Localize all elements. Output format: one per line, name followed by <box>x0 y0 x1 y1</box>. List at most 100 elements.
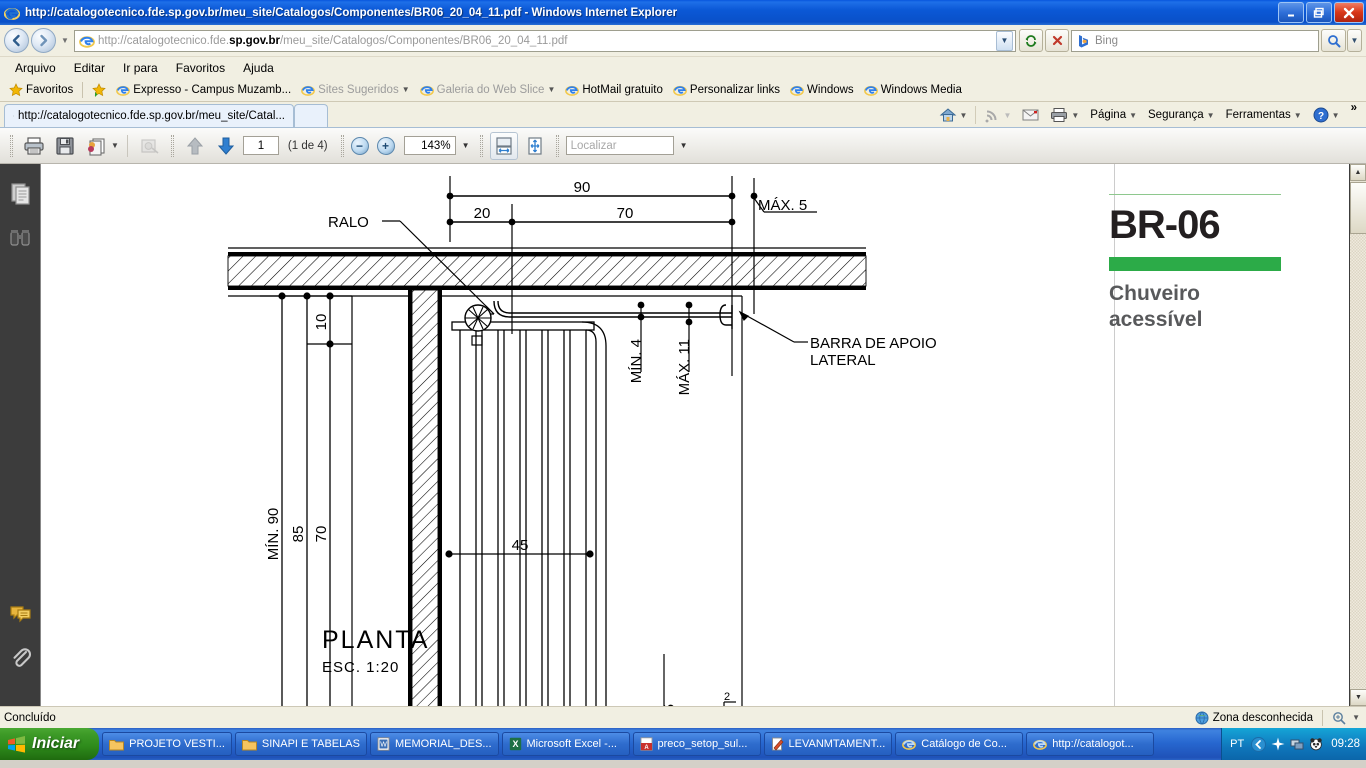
page-menu[interactable]: Página ▼ <box>1085 107 1142 123</box>
address-bar[interactable]: ▼ http://catalogotecnico.fde.sp.gov.br/m… <box>0 25 1366 57</box>
recent-pages-dropdown[interactable]: ▼ <box>58 36 72 45</box>
chevron-down-icon[interactable]: ▼ <box>1332 111 1340 120</box>
search-binoculars-icon[interactable] <box>0 216 41 260</box>
help-menu[interactable]: ? ▼ <box>1308 105 1345 125</box>
window-title-bar[interactable]: http://catalogotecnico.fde.sp.gov.br/meu… <box>0 0 1366 25</box>
stop-button[interactable] <box>1045 29 1069 52</box>
taskbar-item-memorial-des[interactable]: W MEMORIAL_DES... <box>369 732 499 756</box>
pdf-print-button[interactable] <box>20 132 48 160</box>
favorite-windows[interactable]: Windows <box>786 83 858 97</box>
favorite-galeria-web-slice[interactable]: Galeria do Web Slice ▼ <box>416 83 560 97</box>
tab-bar[interactable]: http://catalogotecnico.fde.sp.gov.br/meu… <box>0 102 1366 128</box>
zoom-dropdown-icon[interactable]: ▼ <box>1352 713 1360 722</box>
add-favorite-button[interactable] <box>88 82 110 97</box>
menu-item-ir-para[interactable]: Ir para <box>114 60 167 76</box>
read-mail-button[interactable] <box>1017 106 1044 124</box>
url-input[interactable]: http://catalogotecnico.fde.sp.gov.br/meu… <box>74 29 1016 52</box>
comments-icon[interactable] <box>0 592 41 636</box>
minimize-button[interactable] <box>1278 2 1304 23</box>
refresh-button[interactable] <box>1019 29 1043 52</box>
chevron-down-icon[interactable]: ▼ <box>402 85 410 94</box>
pages-icon[interactable] <box>0 172 41 216</box>
pdf-page-number-input[interactable]: 1 <box>242 136 279 155</box>
favorites-button[interactable]: Favoritos <box>5 82 77 97</box>
forward-button[interactable] <box>31 28 56 53</box>
taskbar-item-levanmtament[interactable]: LEVANMTAMENT... <box>763 732 893 756</box>
pdf-find-input[interactable]: Localizar <box>565 136 674 155</box>
menu-item-arquivo[interactable]: Arquivo <box>6 60 65 76</box>
toolbar-grip-4[interactable] <box>479 134 483 157</box>
search-provider-dropdown[interactable]: ▼ <box>1347 29 1362 52</box>
pdf-zoom-level-input[interactable]: 143% <box>403 136 456 155</box>
favorite-personalizar-links[interactable]: Personalizar links <box>669 83 784 97</box>
pdf-fit-page-button[interactable] <box>521 132 549 160</box>
chevron-down-icon[interactable]: ▼ <box>1294 111 1302 120</box>
menu-item-editar[interactable]: Editar <box>65 60 114 76</box>
url-dropdown-icon[interactable]: ▼ <box>996 30 1013 51</box>
tools-menu[interactable]: Ferramentas ▼ <box>1221 107 1307 123</box>
toolbar-grip[interactable] <box>10 134 13 157</box>
toolbar-grip-2[interactable] <box>170 134 174 157</box>
taskbar-item-catalogo-de-co[interactable]: Catálogo de Co... <box>895 732 1024 756</box>
system-tray[interactable]: PT 09:28 <box>1221 728 1366 760</box>
scroll-down-arrow[interactable]: ▼ <box>1350 689 1366 706</box>
pdf-navigation-sidebar[interactable] <box>0 164 41 706</box>
close-button[interactable] <box>1334 2 1364 23</box>
toolbar-grip-5[interactable] <box>555 134 559 157</box>
chevron-down-icon[interactable]: ▼ <box>1003 111 1011 120</box>
scroll-thumb[interactable] <box>1350 182 1366 234</box>
scroll-up-arrow[interactable]: ▲ <box>1350 164 1366 181</box>
windows-taskbar[interactable]: Iniciar PROJETO VESTI... SINAPI E TABELA… <box>0 728 1366 760</box>
pdf-email-dropdown[interactable]: ▼ <box>111 141 119 150</box>
pdf-zoom-in-button[interactable]: + <box>376 136 395 155</box>
command-bar[interactable]: ▼ ▼ ▼ Página ▼ Segurança ▼ Ferramentas ▼… <box>934 102 1366 128</box>
taskbar-item-microsoft-excel[interactable]: X Microsoft Excel -... <box>501 732 630 756</box>
pdf-snapshot-button[interactable] <box>136 132 164 160</box>
command-bar-overflow[interactable]: » <box>1346 102 1362 116</box>
security-zone[interactable]: Zona desconhecida ▼ <box>1195 709 1366 726</box>
pdf-zoom-dropdown[interactable]: ▼ <box>459 141 473 150</box>
pdf-save-button[interactable] <box>51 132 79 160</box>
chevron-down-icon[interactable]: ▼ <box>1129 111 1137 120</box>
print-button[interactable]: ▼ <box>1045 105 1084 125</box>
back-button[interactable] <box>4 28 29 53</box>
pdf-next-page-button[interactable] <box>212 132 240 160</box>
chevron-down-icon[interactable]: ▼ <box>547 85 555 94</box>
pdf-zoom-out-button[interactable]: − <box>350 136 369 155</box>
pdf-document-page[interactable]: 90 20 70 MÁX. 5 RALO BARRA DE APOIO LATE… <box>41 164 1349 706</box>
start-button[interactable]: Iniciar <box>0 728 100 760</box>
language-indicator[interactable]: PT <box>1230 738 1244 750</box>
favorite-hotmail[interactable]: HotMail gratuito <box>561 83 667 97</box>
favorite-expresso[interactable]: Expresso - Campus Muzamb... <box>112 83 295 97</box>
home-button[interactable]: ▼ <box>934 104 973 126</box>
search-input[interactable]: Bing <box>1071 29 1319 52</box>
favorite-sites-sugeridos[interactable]: Sites Sugeridos ▼ <box>297 83 413 97</box>
pdf-toolbar[interactable]: ▼ 1 (1 de 4) − + 143% ▼ Localizar ▼ <box>0 128 1366 164</box>
favorites-bar[interactable]: Favoritos Expresso - Campus Muzamb... Si… <box>0 78 1366 102</box>
tab-active[interactable]: http://catalogotecnico.fde.sp.gov.br/meu… <box>4 104 294 127</box>
attachments-icon[interactable] <box>0 636 41 680</box>
pdf-find-dropdown[interactable]: ▼ <box>677 141 691 150</box>
pdf-email-button[interactable] <box>82 132 110 160</box>
taskbar-item-http-catalogot[interactable]: http://catalogot... <box>1026 732 1155 756</box>
taskbar-item-preco-setop-sul[interactable]: A preco_setop_sul... <box>632 732 761 756</box>
new-tab-button[interactable] <box>294 104 328 127</box>
maximize-button[interactable] <box>1306 2 1332 23</box>
menu-item-favoritos[interactable]: Favoritos <box>167 60 234 76</box>
menu-item-ajuda[interactable]: Ajuda <box>234 60 283 76</box>
taskbar-item-sinapi-tabelas[interactable]: SINAPI E TABELAS <box>234 732 367 756</box>
pdf-fit-width-button[interactable] <box>489 131 518 160</box>
taskbar-item-projeto-vesti[interactable]: PROJETO VESTI... <box>102 732 232 756</box>
chevron-down-icon[interactable]: ▼ <box>1207 111 1215 120</box>
scroll-track[interactable] <box>1350 234 1366 688</box>
favorite-windows-media[interactable]: Windows Media <box>860 83 966 97</box>
chevron-down-icon[interactable]: ▼ <box>960 111 968 120</box>
system-clock[interactable]: 09:28 <box>1331 738 1360 750</box>
window-controls[interactable] <box>1278 2 1364 23</box>
search-go-button[interactable] <box>1321 29 1346 52</box>
document-vertical-scrollbar[interactable]: ▲ ▼ <box>1349 164 1366 706</box>
security-menu[interactable]: Segurança ▼ <box>1143 107 1220 123</box>
toolbar-grip-3[interactable] <box>340 134 344 157</box>
feeds-button[interactable]: ▼ <box>979 105 1016 125</box>
chevron-down-icon[interactable]: ▼ <box>1071 111 1079 120</box>
